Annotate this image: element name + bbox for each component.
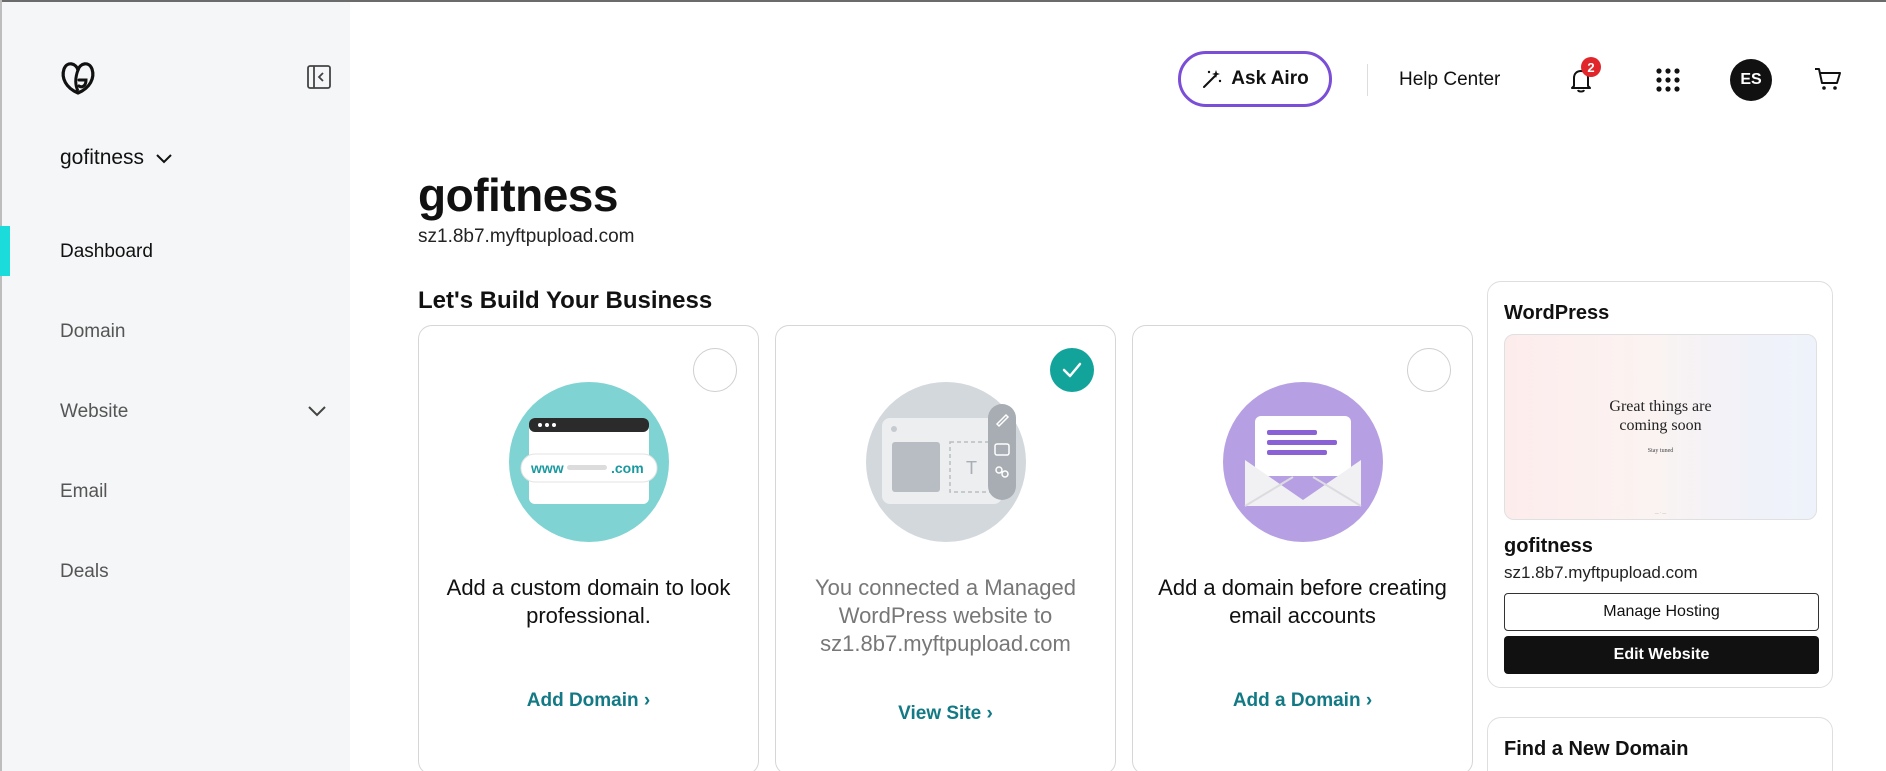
illustration-www-label: www (530, 460, 564, 476)
wordpress-panel: WordPress Great things are coming soon S… (1487, 281, 1833, 688)
sidebar-nav: Dashboard Domain Website Email Deals (0, 212, 350, 612)
manage-hosting-button[interactable]: Manage Hosting (1504, 593, 1819, 631)
task-checkbox[interactable] (1407, 348, 1451, 392)
task-checkbox[interactable] (693, 348, 737, 392)
chevron-down-icon (156, 154, 172, 164)
sidebar-item-label: Domain (60, 321, 126, 342)
sidebar-item-dashboard[interactable]: Dashboard (0, 212, 350, 292)
task-card-add-domain: www .com Add a custom domain to look pro… (418, 325, 759, 771)
sidebar-item-domain[interactable]: Domain (2, 292, 350, 372)
view-site-link[interactable]: View Site › (776, 703, 1115, 725)
website-preview-thumbnail[interactable]: Great things are coming soon Stay tuned … (1504, 334, 1817, 520)
task-checkbox-checked[interactable] (1050, 348, 1094, 392)
task-card-wordpress-connected: T You connected a Managed WordPress webs… (775, 325, 1116, 771)
site-switcher-label: gofitness (60, 146, 145, 169)
checkmark-icon (1062, 362, 1082, 378)
sidebar-item-email[interactable]: Email (2, 452, 350, 532)
sidebar-item-label: Deals (60, 561, 109, 582)
sidebar-item-label: Website (60, 401, 129, 422)
magic-wand-icon (1203, 70, 1222, 88)
page-title: gofitness (418, 169, 618, 221)
edit-website-button[interactable]: Edit Website (1504, 636, 1819, 674)
domain-illustration-icon: www .com (509, 382, 669, 542)
ask-airo-button[interactable]: Ask Airo (1178, 51, 1332, 107)
ask-airo-label: Ask Airo (1231, 68, 1309, 89)
wordpress-site-name: gofitness (1504, 535, 1593, 557)
page-subtitle: sz1.8b7.myftpupload.com (418, 226, 635, 247)
preview-subtext: Stay tuned (1647, 448, 1674, 454)
help-center-link[interactable]: Help Center (1399, 69, 1500, 91)
sidebar: gofitness Dashboard Domain Website Email… (0, 2, 350, 771)
notification-count-badge: 2 (1581, 57, 1601, 77)
task-description: Add a domain before creating email accou… (1158, 575, 1447, 628)
find-domain-panel: Find a New Domain (1487, 717, 1833, 771)
find-domain-title: Find a New Domain (1504, 738, 1689, 760)
preview-footer: — · — (1654, 510, 1667, 515)
add-domain-link[interactable]: Add Domain › (419, 690, 758, 712)
wordpress-panel-title: WordPress (1504, 302, 1610, 324)
add-a-domain-link[interactable]: Add a Domain › (1133, 690, 1472, 712)
avatar[interactable]: ES (1730, 59, 1772, 101)
header-divider (1367, 64, 1368, 96)
sidebar-item-deals[interactable]: Deals (2, 532, 350, 612)
godaddy-logo-icon[interactable] (58, 58, 98, 98)
sidebar-item-label: Dashboard (60, 241, 153, 262)
task-description: Add a custom domain to look professional… (446, 575, 731, 628)
chevron-down-icon (308, 406, 326, 417)
collapse-sidebar-icon[interactable] (306, 64, 332, 90)
task-description: You connected a Managed WordPress websit… (815, 575, 1076, 656)
svg-text:T: T (966, 458, 977, 478)
apps-grid-icon[interactable] (1655, 67, 1681, 93)
website-builder-illustration-icon: T (866, 382, 1026, 542)
sidebar-item-label: Email (60, 481, 108, 502)
preview-headline-line2: coming soon (1619, 417, 1702, 434)
cart-icon[interactable] (1813, 64, 1843, 94)
site-switcher[interactable]: gofitness (60, 146, 174, 170)
illustration-com-label: .com (611, 460, 644, 476)
wordpress-site-url: sz1.8b7.myftpupload.com (1504, 563, 1698, 582)
sidebar-item-website[interactable]: Website (2, 372, 350, 452)
email-envelope-illustration-icon (1223, 382, 1383, 542)
preview-headline-line1: Great things are (1609, 398, 1712, 415)
task-card-add-email: Add a domain before creating email accou… (1132, 325, 1473, 771)
section-title: Let's Build Your Business (418, 287, 713, 314)
preview-headline: Great things are coming soon (1505, 397, 1816, 435)
